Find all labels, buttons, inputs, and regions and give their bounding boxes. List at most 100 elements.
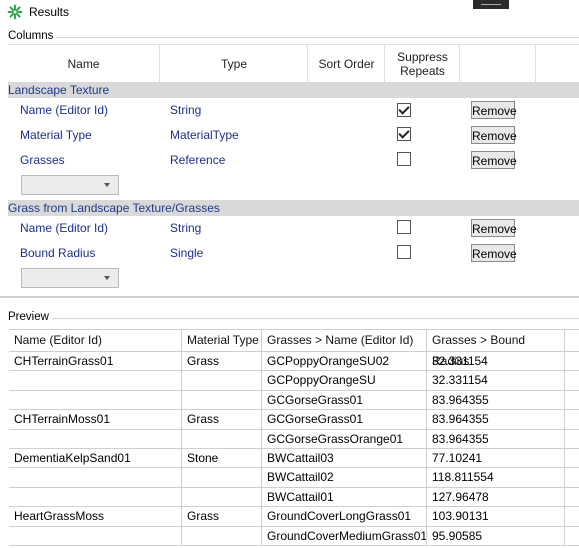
table-cell (9, 468, 182, 487)
table-cell (182, 390, 262, 410)
table-row[interactable]: DementiaKelpSand01 Stone BWCattail03 77.102… (9, 449, 579, 469)
grid-header-name[interactable]: Name (Editor Id) (9, 330, 182, 351)
columns-group-border (8, 37, 579, 38)
table-cell (182, 526, 262, 545)
table-cell: BWCattail03 (262, 449, 427, 468)
header-suppress-repeats-label: Suppress Repeats (397, 50, 448, 78)
section-title: Landscape Texture (8, 83, 110, 97)
header-suppress-repeats: Suppress Repeats (384, 45, 460, 83)
table-cell (9, 487, 182, 507)
table-cell (9, 371, 182, 390)
table-cell: BWCattail02 (262, 468, 427, 487)
column-type: Reference (170, 153, 226, 167)
columns-group-label: Columns (8, 30, 57, 42)
table-cell (182, 371, 262, 390)
table-cell (9, 526, 182, 545)
column-name: Material Type (20, 128, 92, 142)
table-cell: GroundCoverMediumGrass01 (262, 526, 427, 545)
table-row[interactable]: GCPoppyOrangeSU 32.331154 (9, 371, 579, 391)
table-cell: 32.331154 (427, 371, 565, 390)
drag-grip-handle[interactable] (473, 0, 509, 9)
suppress-repeats-checkbox[interactable] (397, 103, 411, 117)
table-cell: GCGorseGrass01 (262, 390, 427, 410)
column-name: Grasses (20, 153, 65, 167)
table-cell: Grass (182, 352, 262, 371)
suppress-repeats-checkbox[interactable] (397, 220, 411, 234)
table-row[interactable]: GCGorseGrass01 83.964355 (9, 390, 579, 411)
header-spacer (535, 45, 579, 83)
column-name: Bound Radius (20, 246, 96, 260)
suppress-repeats-checkbox[interactable] (397, 245, 411, 259)
table-cell: GCPoppyOrangeSU02 (262, 352, 427, 371)
suppress-repeats-checkbox[interactable] (397, 127, 411, 141)
remove-button[interactable]: Remove (471, 101, 517, 119)
preview-group-border (52, 318, 579, 319)
column-type: String (170, 221, 202, 235)
table-cell (182, 487, 262, 507)
preview-grid-header: Name (Editor Id) Material Type Grasses >… (9, 330, 579, 368)
table-cell: DementiaKelpSand01 (9, 449, 182, 468)
add-column-combobox[interactable] (21, 175, 119, 195)
table-cell: GCGorseGrassOrange01 (262, 429, 427, 448)
title-bar: Results (0, 0, 579, 24)
remove-button[interactable]: Remove (471, 244, 517, 262)
column-type: Single (170, 246, 204, 260)
chevron-down-icon (104, 276, 110, 280)
remove-button[interactable]: Remove (471, 219, 517, 237)
table-cell: CHTerrainGrass01 (9, 352, 182, 371)
table-row[interactable]: BWCattail01 127.96478 (9, 487, 579, 508)
table-row[interactable]: CHTerrainMoss01 Grass GCGorseGrass01 83.964… (9, 410, 579, 430)
table-cell: GCPoppyOrangeSU (262, 371, 427, 390)
section-grass-from-landscape: Grass from Landscape Texture/Grasses (8, 200, 579, 216)
table-cell: Grass (182, 507, 262, 526)
suppress-repeats-checkbox[interactable] (397, 152, 411, 166)
preview-group-label: Preview (8, 311, 52, 323)
table-cell: 95.90585 (427, 526, 565, 545)
table-cell: Grass (182, 410, 262, 429)
header-name: Name (67, 57, 100, 71)
table-cell: 103.90131 (427, 507, 565, 526)
header-actions (459, 45, 536, 83)
table-row[interactable]: BWCattail02 118.811554 (9, 468, 579, 488)
panel-splitter[interactable] (0, 296, 579, 298)
table-cell (182, 468, 262, 487)
section-landscape-texture: Landscape Texture (8, 82, 579, 98)
chevron-down-icon (104, 183, 110, 187)
column-type: String (170, 103, 202, 117)
table-cell: GCGorseGrass01 (262, 410, 427, 429)
results-app-icon (7, 4, 23, 20)
column-type: MaterialType (170, 128, 239, 142)
preview-grid[interactable]: Name (Editor Id) Material Type Grasses >… (9, 329, 579, 548)
table-cell: 83.964355 (427, 410, 565, 429)
table-cell: BWCattail01 (262, 487, 427, 507)
table-cell: 118.811554 (427, 468, 565, 487)
table-cell: 83.964355 (427, 429, 565, 448)
column-name: Name (Editor Id) (20, 103, 109, 117)
columns-header: Name Type Sort Order Suppress Repeats (8, 44, 579, 83)
table-row[interactable]: GCGorseGrassOrange01 83.964355 (9, 429, 579, 449)
table-cell: 83.964355 (427, 390, 565, 410)
table-row[interactable]: HeartGrassMoss Grass GroundCoverLongGrass0… (9, 507, 579, 527)
grid-header-bound-radius[interactable]: Grasses > Bound Radius (427, 330, 565, 368)
section-title: Grass from Landscape Texture/Grasses (8, 201, 220, 215)
grid-header-material-type[interactable]: Material Type (182, 330, 262, 351)
remove-button[interactable]: Remove (471, 151, 517, 169)
column-name: Name (Editor Id) (20, 221, 109, 235)
table-row[interactable]: CHTerrainGrass01 Grass GCPoppyOrangeSU02 32… (9, 352, 579, 372)
table-cell: HeartGrassMoss (9, 507, 182, 526)
add-column-combobox[interactable] (21, 268, 119, 288)
table-cell (9, 429, 182, 448)
table-row[interactable]: GroundCoverMediumGrass01 95.90585 (9, 526, 579, 546)
header-type: Type (159, 45, 308, 83)
window-title: Results (29, 5, 70, 19)
header-sort-order: Sort Order (307, 45, 385, 83)
table-cell: Stone (182, 449, 262, 468)
table-cell: GroundCoverLongGrass01 (262, 507, 427, 526)
table-cell (182, 429, 262, 448)
remove-button[interactable]: Remove (471, 126, 517, 144)
table-cell (9, 390, 182, 410)
table-cell: CHTerrainMoss01 (9, 410, 182, 429)
table-cell: 77.10241 (427, 449, 565, 468)
table-cell: 127.96478 (427, 487, 565, 507)
grid-header-grass-name[interactable]: Grasses > Name (Editor Id) (262, 330, 427, 351)
